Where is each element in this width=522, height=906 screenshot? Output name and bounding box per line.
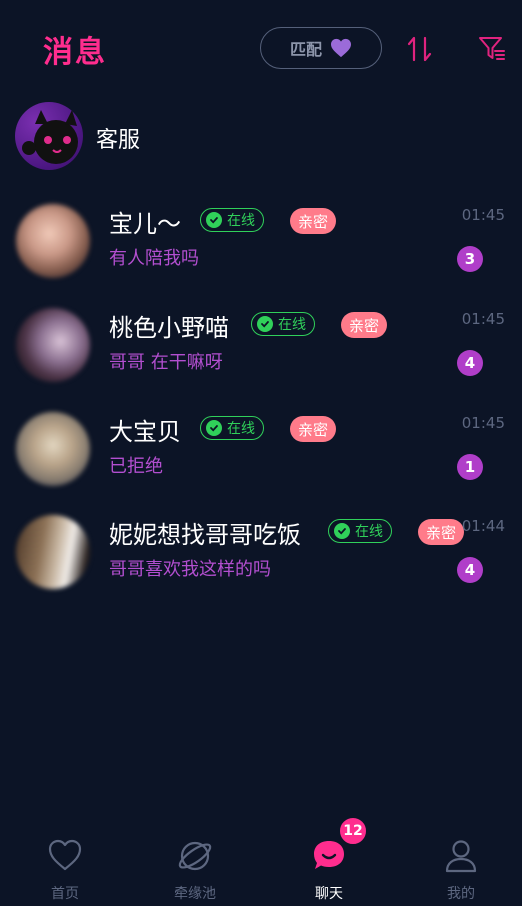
tab-profile[interactable]: 我的 xyxy=(396,826,522,906)
unread-badge: 3 xyxy=(457,246,483,272)
conversation-name: 宝儿～ xyxy=(109,210,181,238)
online-status-badge: 在线 xyxy=(251,312,315,336)
conversation-row[interactable]: 大宝贝 在线 亲密 01:45 已拒绝 1 xyxy=(0,404,522,507)
chat-unread-badge: 12 xyxy=(338,816,368,846)
message-preview: 已拒绝 xyxy=(109,456,163,477)
planet-icon xyxy=(178,841,212,871)
person-icon xyxy=(445,840,477,873)
unread-badge: 4 xyxy=(457,557,483,583)
unread-badge: 1 xyxy=(457,454,483,480)
conversation-name: 桃色小野喵 xyxy=(109,314,229,342)
avatar xyxy=(16,412,90,486)
bottom-tab-bar: 首页 牵缘池 聊天 我的 xyxy=(0,826,522,906)
tab-profile-label: 我的 xyxy=(447,886,475,902)
conversation-row[interactable]: 妮妮想找哥哥吃饭 在线 亲密 01:44 哥哥喜欢我这样的吗 4 xyxy=(0,507,522,610)
online-status-badge: 在线 xyxy=(200,208,264,232)
intimate-tag: 亲密 xyxy=(290,416,337,442)
conversation-name: 大宝贝 xyxy=(109,418,181,446)
customer-service-avatar xyxy=(15,102,83,170)
avatar xyxy=(16,308,90,382)
header: 消息 匹配 xyxy=(0,0,522,100)
conversation-row[interactable]: 桃色小野喵 在线 亲密 01:45 哥哥 在干嘛呀 4 xyxy=(0,300,522,403)
customer-service-row[interactable]: 客服 xyxy=(0,100,522,172)
online-label: 在线 xyxy=(227,421,255,437)
check-icon xyxy=(206,212,222,228)
intimate-tag: 亲密 xyxy=(418,519,465,545)
message-preview: 哥哥喜欢我这样的吗 xyxy=(109,559,271,580)
chat-bubble-icon xyxy=(314,841,344,869)
page-title: 消息 xyxy=(43,35,107,70)
online-label: 在线 xyxy=(355,524,383,540)
check-icon xyxy=(257,316,273,332)
intimate-tag: 亲密 xyxy=(341,312,388,338)
intimate-tag: 亲密 xyxy=(290,208,337,234)
online-label: 在线 xyxy=(278,317,306,333)
filter-icon[interactable] xyxy=(477,34,507,64)
message-preview: 有人陪我吗 xyxy=(109,248,199,269)
avatar xyxy=(16,204,90,278)
tab-pool-label: 牵缘池 xyxy=(174,886,216,902)
online-status-badge: 在线 xyxy=(200,416,264,440)
match-button[interactable]: 匹配 xyxy=(260,27,382,69)
customer-service-name: 客服 xyxy=(96,128,141,153)
online-status-badge: 在线 xyxy=(328,519,392,543)
check-icon xyxy=(334,523,350,539)
message-time: 01:45 xyxy=(461,414,505,432)
avatar xyxy=(16,515,90,589)
tab-pool[interactable]: 牵缘池 xyxy=(130,826,260,906)
message-time: 01:44 xyxy=(461,517,505,535)
heart-icon xyxy=(331,38,351,58)
check-icon xyxy=(206,420,222,436)
conversation-name: 妮妮想找哥哥吃饭 xyxy=(109,521,301,549)
conversation-row[interactable]: 宝儿～ 在线 亲密 01:45 有人陪我吗 3 xyxy=(0,196,522,299)
message-time: 01:45 xyxy=(461,206,505,224)
tab-chat[interactable]: 聊天 xyxy=(264,826,394,906)
tab-chat-label: 聊天 xyxy=(315,886,343,902)
tab-home[interactable]: 首页 xyxy=(0,826,130,906)
heart-outline-icon xyxy=(48,839,82,871)
message-preview: 哥哥 在干嘛呀 xyxy=(109,352,223,373)
sort-icon[interactable] xyxy=(405,34,435,64)
message-time: 01:45 xyxy=(461,310,505,328)
unread-badge: 4 xyxy=(457,350,483,376)
online-label: 在线 xyxy=(227,213,255,229)
match-button-label: 匹配 xyxy=(289,40,322,59)
cat-mascot-icon xyxy=(22,110,78,164)
tab-home-label: 首页 xyxy=(51,886,79,902)
